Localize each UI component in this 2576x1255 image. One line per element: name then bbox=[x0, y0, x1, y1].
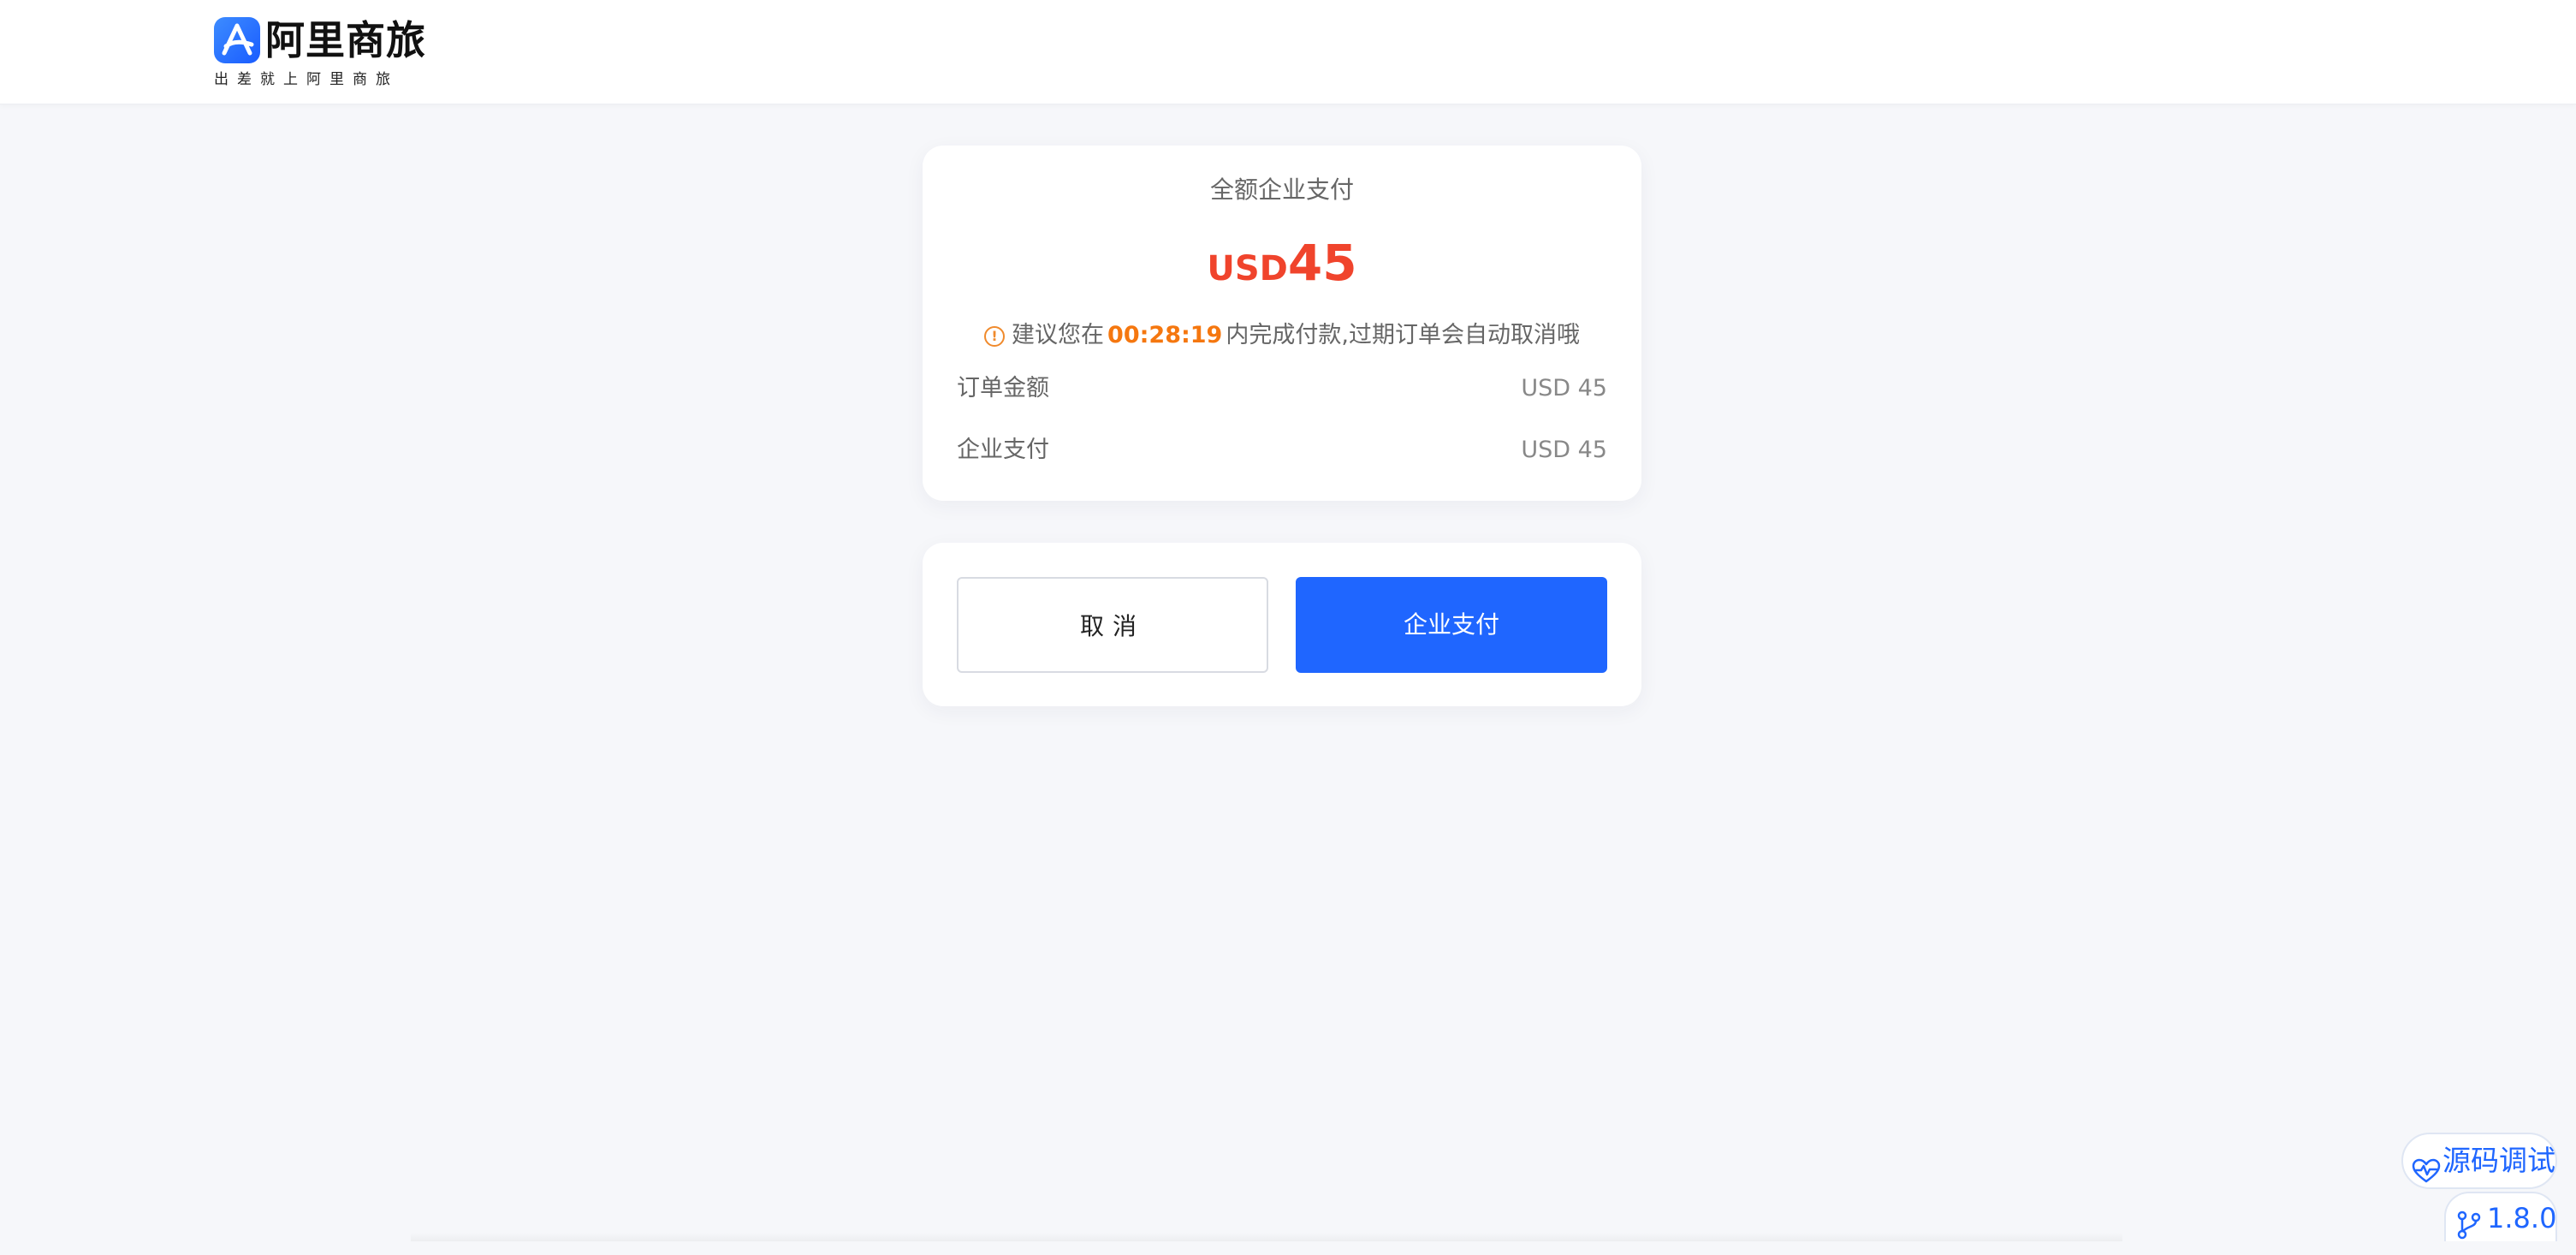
corporate-pay-row: 企业支付 USD 45 bbox=[957, 431, 1607, 469]
cancel-button[interactable]: 取消 bbox=[957, 577, 1268, 673]
order-amount-value: USD 45 bbox=[1521, 375, 1607, 401]
version-label: 1.8.0 bbox=[2487, 1202, 2557, 1234]
bottom-edge-shadow bbox=[411, 1233, 2122, 1241]
corporate-pay-value: USD 45 bbox=[1521, 437, 1607, 463]
tip-prefix: 建议您在 bbox=[1012, 322, 1105, 348]
amount-value: 45 bbox=[1287, 234, 1357, 292]
corporate-pay-label: 企业支付 bbox=[957, 437, 1049, 463]
brand-slogan: 出差就上阿里商旅 bbox=[214, 71, 399, 88]
brand-logo[interactable]: 阿里商旅 出差就上阿里商旅 bbox=[212, 15, 425, 91]
heart-pulse-icon bbox=[2412, 1148, 2441, 1201]
info-circle-icon: ! bbox=[984, 326, 1006, 347]
alitrip-logo-icon bbox=[214, 17, 260, 63]
amount-currency: USD bbox=[1207, 249, 1288, 288]
tip-suffix: 内完成付款,过期订单会自动取消哦 bbox=[1226, 322, 1580, 348]
countdown-time: 00:28:19 bbox=[1107, 322, 1223, 348]
payment-countdown-tip: ! 建议您在 00:28:19 内完成付款,过期订单会自动取消哦 bbox=[923, 318, 1641, 353]
corporate-pay-button[interactable]: 企业支付 bbox=[1296, 577, 1607, 673]
payment-summary-card: 全额企业支付 USD45 ! 建议您在 00:28:19 内完成付款,过期订单会自动取… bbox=[923, 146, 1641, 501]
version-badge[interactable]: 1.8.0 bbox=[2444, 1192, 2557, 1241]
source-debug-button[interactable]: 源码调试 bbox=[2401, 1133, 2557, 1189]
payment-actions-card: 取消 企业支付 bbox=[923, 543, 1641, 706]
source-debug-label: 源码调试 bbox=[2442, 1144, 2555, 1177]
order-amount-row: 订单金额 USD 45 bbox=[957, 370, 1607, 407]
payment-amount: USD45 bbox=[923, 233, 1641, 306]
top-header: 阿里商旅 出差就上阿里商旅 bbox=[0, 0, 2576, 104]
git-branch-icon bbox=[2456, 1205, 2482, 1255]
brand-name: 阿里商旅 bbox=[265, 17, 426, 63]
pay-type-title: 全额企业支付 bbox=[1209, 175, 1354, 204]
order-amount-label: 订单金额 bbox=[957, 375, 1049, 401]
